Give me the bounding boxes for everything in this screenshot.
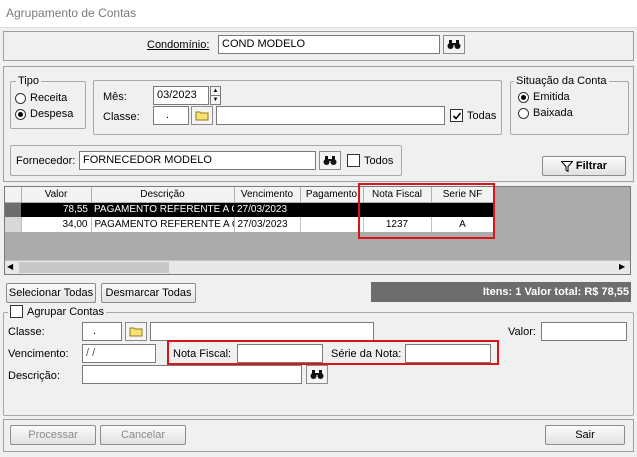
selecionar-todas-label: Selecionar Todas (8, 287, 94, 299)
tipo-group (10, 81, 86, 129)
scroll-left-icon[interactable]: ◀ (7, 262, 13, 271)
filtrar-button[interactable]: Filtrar (542, 156, 626, 176)
todos-label: Todos (364, 154, 394, 167)
tipo-receita-label: Receita (30, 92, 68, 104)
agrupar-classe-description-input[interactable] (150, 322, 374, 341)
scroll-right-icon[interactable]: ▶ (619, 262, 625, 271)
situacao-emitida-label: Emitida (533, 91, 570, 103)
cell-valor: 78,55 (21, 202, 91, 217)
agrupar-descricao-label: Descrição: (8, 370, 60, 382)
desmarcar-todas-label: Desmarcar Todas (105, 287, 192, 299)
desmarcar-todas-button[interactable]: Desmarcar Todas (101, 283, 196, 303)
agrupar-legend: Agrupar Contas (27, 305, 105, 318)
window-title: Agrupamento de Contas (6, 6, 137, 20)
agrupar-legend-wrapper[interactable]: Agrupar Contas (8, 305, 107, 318)
agrupar-vencimento-input[interactable]: / / (82, 344, 156, 363)
classe-label: Classe: (103, 111, 140, 123)
situacao-baixada-option[interactable]: Baixada (518, 107, 573, 119)
agrupar-classe-label: Classe: (8, 326, 45, 338)
agrupar-descricao-search-button[interactable] (306, 365, 328, 384)
cell-valor: 34,00 (21, 217, 92, 232)
radio-baixada[interactable] (518, 107, 529, 119)
horizontal-scrollbar[interactable]: ◀ ▶ (5, 260, 630, 274)
col-descricao[interactable]: Descrição (91, 187, 235, 203)
row-indicator[interactable] (5, 217, 22, 232)
col-pagamento[interactable]: Pagamento (300, 187, 364, 203)
sair-label: Sair (575, 429, 595, 441)
cell-descricao: PAGAMENTO REFERENTE A C( (91, 202, 234, 217)
fornecedor-input[interactable]: FORNECEDOR MODELO (79, 151, 316, 170)
scrollbar-thumb[interactable] (19, 262, 169, 273)
tipo-despesa-label: Despesa (30, 108, 74, 120)
classe-description-input[interactable] (216, 106, 445, 125)
cancelar-button[interactable]: Cancelar (100, 425, 186, 445)
radio-emitida[interactable] (518, 91, 529, 103)
mes-spinner[interactable]: ▲ ▼ (210, 86, 221, 105)
cell-pagamento (300, 202, 363, 217)
radio-despesa[interactable] (15, 108, 26, 120)
row-indicator[interactable] (5, 202, 21, 217)
condominio-search-button[interactable] (443, 35, 465, 54)
tipo-receita-option[interactable]: Receita (15, 92, 67, 104)
fornecedor-search-button[interactable] (319, 151, 341, 170)
cancelar-label: Cancelar (120, 429, 166, 441)
mes-label: Mês: (103, 91, 127, 103)
binoculars-icon (310, 370, 324, 379)
processar-label: Processar (28, 429, 78, 441)
condominio-label: Condomínio: (147, 39, 210, 51)
radio-receita[interactable] (15, 92, 26, 104)
agrupar-descricao-input[interactable] (82, 365, 302, 384)
classe-input[interactable]: . (153, 106, 189, 125)
todas-checkbox[interactable] (450, 109, 463, 122)
cell-descricao: PAGAMENTO REFERENTE A C( (91, 217, 235, 232)
checkmark-icon (452, 111, 461, 120)
window-titlebar: Agrupamento de Contas (0, 0, 637, 28)
spin-down-icon[interactable]: ▼ (211, 96, 220, 104)
folder-icon (129, 327, 143, 337)
highlight-nota-serie-fields (167, 340, 499, 365)
binoculars-icon (323, 156, 337, 165)
tipo-despesa-option[interactable]: Despesa (15, 108, 73, 120)
agrupar-classe-folder-button[interactable] (125, 322, 147, 341)
situacao-emitida-option[interactable]: Emitida (518, 91, 570, 103)
agrupar-classe-input[interactable]: . (82, 322, 122, 341)
cell-vencimento: 27/03/2023 (234, 217, 301, 232)
results-grid: Valor Descrição Vencimento Pagamento Not… (4, 186, 631, 275)
todas-checkbox-wrapper[interactable]: Todas (450, 109, 496, 122)
todas-label: Todas (467, 109, 497, 122)
mes-input[interactable]: 03/2023 (153, 86, 209, 105)
cell-pagamento (300, 217, 364, 232)
agrupar-valor-label: Valor: (508, 326, 536, 338)
agrupar-checkbox[interactable] (10, 305, 23, 318)
summary-bar: Itens: 1 Valor total: R$ 78,55 (371, 282, 631, 302)
agrupar-valor-input[interactable] (541, 322, 627, 341)
summary-text: Itens: 1 Valor total: R$ 78,55 (482, 286, 629, 298)
folder-icon (195, 111, 209, 121)
condominio-input[interactable]: COND MODELO (218, 35, 440, 54)
col-valor[interactable]: Valor (21, 187, 92, 203)
selecionar-todas-button[interactable]: Selecionar Todas (6, 283, 96, 303)
situacao-legend: Situação da Conta (514, 75, 609, 87)
tipo-legend: Tipo (16, 75, 41, 87)
binoculars-icon (447, 40, 461, 49)
agrupar-vencimento-label: Vencimento: (8, 348, 69, 360)
footer-panel (3, 419, 634, 452)
fornecedor-label: Fornecedor: (16, 155, 76, 167)
sair-button[interactable]: Sair (545, 425, 625, 445)
classe-folder-button[interactable] (191, 106, 213, 125)
situacao-baixada-label: Baixada (533, 107, 573, 119)
funnel-icon (560, 160, 573, 172)
todos-checkbox-wrapper[interactable]: Todos (347, 154, 393, 167)
spin-up-icon[interactable]: ▲ (211, 87, 220, 96)
highlight-nota-serie-columns (358, 183, 495, 239)
grid-indicator-header (5, 187, 22, 203)
todos-checkbox[interactable] (347, 154, 360, 167)
col-vencimento[interactable]: Vencimento (234, 187, 301, 203)
cell-vencimento: 27/03/2023 (234, 202, 300, 217)
processar-button[interactable]: Processar (10, 425, 96, 445)
filtrar-label: Filtrar (575, 160, 608, 172)
